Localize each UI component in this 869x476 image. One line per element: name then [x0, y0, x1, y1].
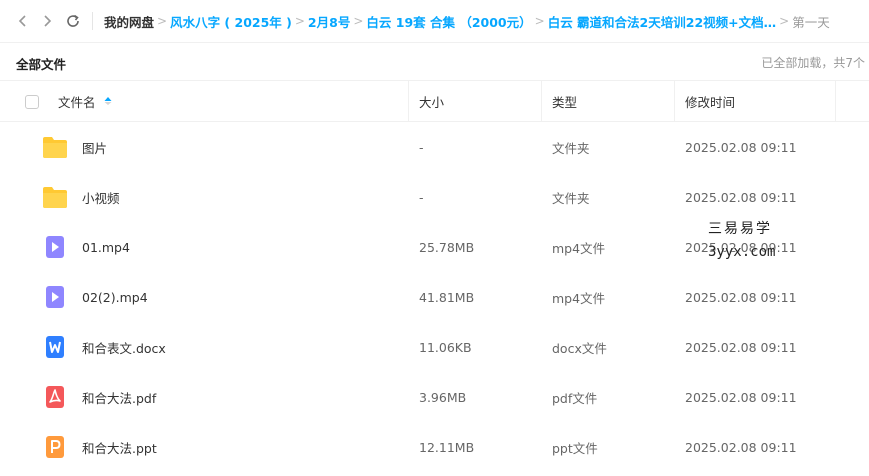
pdf-file-icon	[46, 386, 64, 408]
folder-icon	[43, 187, 67, 208]
breadcrumb-separator: >	[294, 14, 305, 28]
file-modified: 2025.02.08 09:11	[685, 289, 797, 305]
sort-ascending-icon[interactable]	[104, 94, 112, 109]
table-row[interactable]: 小视频 - 文件夹 2025.02.08 09:11	[0, 172, 869, 222]
column-header-type[interactable]: 类型	[552, 81, 577, 122]
column-header-modified[interactable]: 修改时间	[685, 81, 735, 122]
nav-divider	[92, 12, 93, 30]
select-all-checkbox[interactable]	[25, 95, 39, 109]
breadcrumb-separator: >	[353, 14, 364, 28]
breadcrumb-item[interactable]: 风水八字 ( 2025年 )	[170, 12, 292, 31]
table-row[interactable]: 02(2).mp4 41.81MB mp4文件 2025.02.08 09:11	[0, 272, 869, 322]
all-files-title: 全部文件	[16, 57, 67, 72]
file-size: 11.06KB	[419, 339, 472, 355]
watermark-url: 3yyx.com	[708, 244, 776, 260]
file-size: 41.81MB	[419, 289, 475, 305]
chevron-left-icon	[18, 15, 26, 27]
breadcrumb-separator: >	[534, 14, 545, 28]
folder-icon	[43, 137, 67, 158]
file-type: 文件夹	[552, 190, 590, 206]
column-divider[interactable]	[674, 81, 675, 122]
column-divider[interactable]	[541, 81, 542, 122]
column-modified-label: 修改时间	[685, 95, 736, 110]
file-type: mp4文件	[552, 240, 606, 256]
breadcrumb-item[interactable]: 2月8号	[308, 12, 350, 31]
refresh-icon	[67, 14, 79, 27]
file-name[interactable]: 和合表文.docx	[82, 322, 166, 372]
file-list-subheader: 全部文件 已全部加载，共7个	[0, 42, 869, 80]
watermark-text: 三易易学	[708, 221, 772, 237]
breadcrumb: 我的网盘 > 风水八字 ( 2025年 ) > 2月8号 > 白云 19套 合集…	[104, 0, 864, 42]
file-size: -	[419, 189, 424, 205]
file-size: 12.11MB	[419, 439, 475, 455]
breadcrumb-separator: >	[157, 14, 168, 28]
file-type: 文件夹	[552, 140, 590, 156]
breadcrumb-separator: >	[779, 14, 790, 28]
file-modified: 2025.02.08 09:11	[685, 389, 797, 405]
breadcrumb-item[interactable]: 白云 19套 合集 （2000元）	[366, 12, 531, 31]
file-name[interactable]: 和合大法.ppt	[82, 422, 157, 472]
chevron-right-icon	[44, 15, 52, 27]
file-size: 25.78MB	[419, 239, 475, 255]
file-type: pdf文件	[552, 390, 598, 406]
file-name[interactable]: 和合大法.pdf	[82, 372, 156, 422]
breadcrumb-item[interactable]: 白云 霸道和合法2天培训22视频+文档…	[548, 12, 776, 31]
file-name[interactable]: 01.mp4	[82, 222, 130, 272]
column-name-label: 文件名	[58, 95, 96, 110]
column-divider[interactable]	[408, 81, 409, 122]
table-row[interactable]: 和合表文.docx 11.06KB docx文件 2025.02.08 09:1…	[0, 322, 869, 372]
column-type-label: 类型	[552, 95, 578, 110]
ppt-file-icon	[46, 436, 64, 458]
file-size: -	[419, 139, 424, 155]
table-row[interactable]: 和合大法.ppt 12.11MB ppt文件 2025.02.08 09:11	[0, 422, 869, 472]
file-size: 3.96MB	[419, 389, 467, 405]
file-name[interactable]: 小视频	[82, 172, 120, 222]
video-file-icon	[46, 286, 64, 308]
back-button[interactable]	[12, 10, 34, 32]
refresh-button[interactable]	[62, 10, 84, 32]
file-modified: 2025.02.08 09:11	[685, 139, 797, 155]
table-row[interactable]: 图片 - 文件夹 2025.02.08 09:11	[0, 122, 869, 172]
table-row[interactable]: 和合大法.pdf 3.96MB pdf文件 2025.02.08 09:11	[0, 372, 869, 422]
column-size-label: 大小	[419, 95, 445, 110]
file-type: docx文件	[552, 340, 607, 356]
word-file-icon	[46, 336, 64, 358]
column-header-size[interactable]: 大小	[419, 81, 444, 122]
file-type: mp4文件	[552, 290, 606, 306]
file-modified: 2025.02.08 09:11	[685, 439, 797, 455]
file-name[interactable]: 02(2).mp4	[82, 272, 148, 322]
table-header: 文件名 大小 类型 修改时间	[0, 80, 869, 122]
top-navbar: 我的网盘 > 风水八字 ( 2025年 ) > 2月8号 > 白云 19套 合集…	[0, 0, 869, 42]
load-status: 已全部加载，共7个	[761, 56, 865, 70]
watermark: 三易易学 3yyx.com	[708, 218, 798, 260]
column-header-name[interactable]: 文件名	[58, 81, 112, 122]
file-type: ppt文件	[552, 440, 598, 456]
file-modified: 2025.02.08 09:11	[685, 189, 797, 205]
forward-button[interactable]	[36, 10, 58, 32]
column-divider[interactable]	[835, 81, 836, 122]
file-name[interactable]: 图片	[82, 122, 107, 172]
video-file-icon	[46, 236, 64, 258]
breadcrumb-current: 第一天	[792, 14, 830, 30]
breadcrumb-root[interactable]: 我的网盘	[104, 12, 154, 31]
file-modified: 2025.02.08 09:11	[685, 339, 797, 355]
